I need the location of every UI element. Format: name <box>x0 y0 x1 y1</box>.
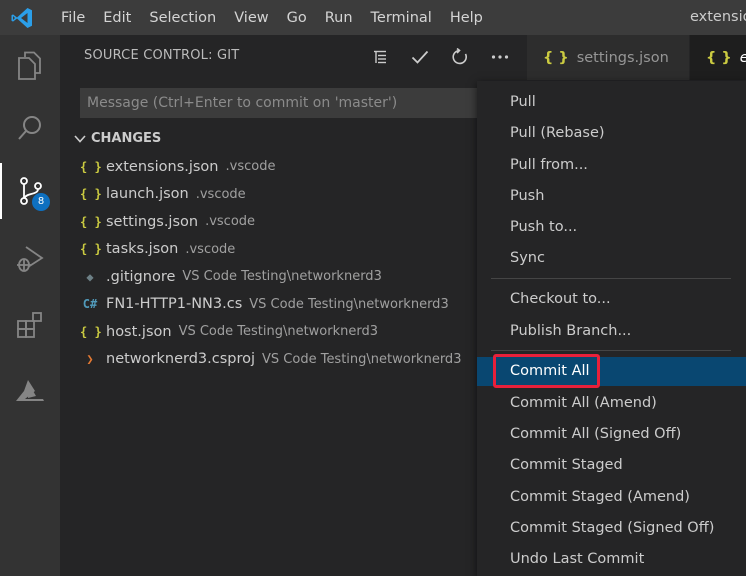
file-name: .gitignore <box>106 268 176 285</box>
menu-item-undo-last-commit[interactable]: Undo Last Commit <box>477 545 746 574</box>
menu-item-pull[interactable]: Pull <box>477 88 746 117</box>
menu-item-commit-staged-amend[interactable]: Commit Staged (Amend) <box>477 483 746 512</box>
refresh-button[interactable] <box>440 43 480 71</box>
explorer-button[interactable] <box>0 38 60 94</box>
tab-active-file[interactable]: { } ex <box>690 35 746 80</box>
run-debug-button[interactable] <box>0 231 60 287</box>
menu-item-commit-all-signed-off[interactable]: Commit All (Signed Off) <box>477 420 746 449</box>
file-path: .vscode <box>205 214 256 230</box>
file-path: VS Code Testing\networknerd3 <box>249 296 449 312</box>
view-as-tree-button[interactable] <box>360 43 400 71</box>
menu-item-push-to[interactable]: Push to... <box>477 213 746 242</box>
title-bar: File Edit Selection View Go Run Terminal… <box>0 0 746 35</box>
list-item[interactable]: ❯ networknerd3.csproj VS Code Testing\ne… <box>80 346 520 374</box>
file-name: launch.json <box>106 186 189 203</box>
menu-edit[interactable]: Edit <box>94 10 140 26</box>
git-file-icon: ◆ <box>86 269 94 284</box>
json-file-icon: { } <box>80 242 102 257</box>
file-name: FN1-HTTP1-NN3.cs <box>106 296 243 313</box>
source-control-sidebar: SOURCE CONTROL: GIT Message (Ctrl+Enter … <box>60 35 530 576</box>
checkmark-icon <box>411 50 429 64</box>
menu-help[interactable]: Help <box>441 10 492 26</box>
activity-bar: 8 <box>0 35 60 576</box>
sidebar-actions <box>360 43 520 71</box>
git-more-actions-menu: Pull Pull (Rebase) Pull from... Push Pus… <box>477 81 746 576</box>
rss-file-icon: ❯ <box>86 352 94 367</box>
menu-separator <box>491 278 731 279</box>
menu-item-pull-rebase[interactable]: Pull (Rebase) <box>477 119 746 148</box>
search-icon <box>18 116 41 140</box>
menu-item-publish-branch[interactable]: Publish Branch... <box>477 317 746 346</box>
json-file-icon: { } <box>543 49 569 66</box>
ellipsis-icon <box>491 55 509 59</box>
menu-item-commit-staged[interactable]: Commit Staged <box>477 451 746 480</box>
list-item[interactable]: ◆ .gitignore VS Code Testing\networknerd… <box>80 263 520 291</box>
extensions-icon <box>17 312 42 338</box>
changes-count-badge: 8 <box>32 193 50 211</box>
commit-message-input[interactable] <box>80 88 520 118</box>
commit-button[interactable] <box>400 43 440 71</box>
file-path: VS Code Testing\networknerd3 <box>182 269 382 285</box>
search-button[interactable] <box>0 100 60 156</box>
file-path: .vscode <box>195 186 246 202</box>
file-path: .vscode <box>185 241 236 257</box>
list-tree-icon <box>374 50 386 64</box>
menu-terminal[interactable]: Terminal <box>362 10 441 26</box>
json-file-icon: { } <box>80 187 102 202</box>
menu-item-checkout-to[interactable]: Checkout to... <box>477 285 746 314</box>
files-icon <box>18 51 41 80</box>
menu-item-push[interactable]: Push <box>477 182 746 211</box>
menu-selection[interactable]: Selection <box>140 10 225 26</box>
more-actions-button[interactable] <box>480 43 520 71</box>
file-path: VS Code Testing\networknerd3 <box>178 324 379 340</box>
menu-view[interactable]: View <box>225 10 277 26</box>
editor-tabs: { } settings.json { } ex <box>527 35 746 80</box>
extensions-button[interactable] <box>0 298 60 354</box>
refresh-icon <box>452 48 467 65</box>
menu-item-pull-from[interactable]: Pull from... <box>477 151 746 180</box>
file-name: settings.json <box>106 213 199 230</box>
chevron-down-icon <box>74 134 86 143</box>
run-debug-icon <box>17 246 44 272</box>
file-path: VS Code Testing\networknerd3 <box>262 351 462 367</box>
menu-go[interactable]: Go <box>278 10 316 26</box>
menu-bar: File Edit Selection View Go Run Terminal… <box>52 0 492 35</box>
menu-file[interactable]: File <box>52 10 94 26</box>
list-item[interactable]: { } launch.json .vscode <box>80 181 520 209</box>
changes-section-header[interactable]: CHANGES <box>74 131 161 146</box>
tab-label: settings.json <box>576 49 669 66</box>
highlight-annotation <box>493 354 600 388</box>
sidebar-title: SOURCE CONTROL: GIT <box>84 48 240 63</box>
menu-item-commit-all-amend[interactable]: Commit All (Amend) <box>477 389 746 418</box>
json-file-icon: { } <box>80 159 102 174</box>
json-file-icon: { } <box>706 49 732 66</box>
file-path: .vscode <box>225 159 276 175</box>
window-title: extensio <box>690 9 746 25</box>
list-item[interactable]: C# FN1-HTTP1-NN3.cs VS Code Testing\netw… <box>80 291 520 319</box>
menu-item-sync[interactable]: Sync <box>477 244 746 273</box>
source-control-button[interactable]: 8 <box>0 163 60 219</box>
tab-settings-json[interactable]: { } settings.json <box>527 35 689 80</box>
file-name: extensions.json <box>106 158 219 175</box>
changes-label: CHANGES <box>91 131 162 146</box>
tab-label: ex <box>740 50 746 66</box>
menu-separator <box>491 350 731 351</box>
file-name: host.json <box>106 323 172 340</box>
menu-run[interactable]: Run <box>316 10 362 26</box>
list-item[interactable]: { } tasks.json .vscode <box>80 236 520 264</box>
json-file-icon: { } <box>80 324 102 339</box>
azure-button[interactable] <box>0 363 60 419</box>
changed-files-list: { } extensions.json .vscode { } launch.j… <box>80 153 520 373</box>
list-item[interactable]: { } extensions.json .vscode <box>80 153 520 181</box>
csharp-file-icon: C# <box>82 297 98 312</box>
list-item[interactable]: { } host.json VS Code Testing\networkner… <box>80 318 520 346</box>
azure-icon <box>16 380 44 401</box>
vscode-logo-icon[interactable] <box>10 6 34 30</box>
file-name: tasks.json <box>106 241 179 258</box>
json-file-icon: { } <box>80 214 102 229</box>
file-name: networknerd3.csproj <box>106 351 256 368</box>
menu-item-commit-staged-signed-off[interactable]: Commit Staged (Signed Off) <box>477 514 746 543</box>
list-item[interactable]: { } settings.json .vscode <box>80 208 520 236</box>
